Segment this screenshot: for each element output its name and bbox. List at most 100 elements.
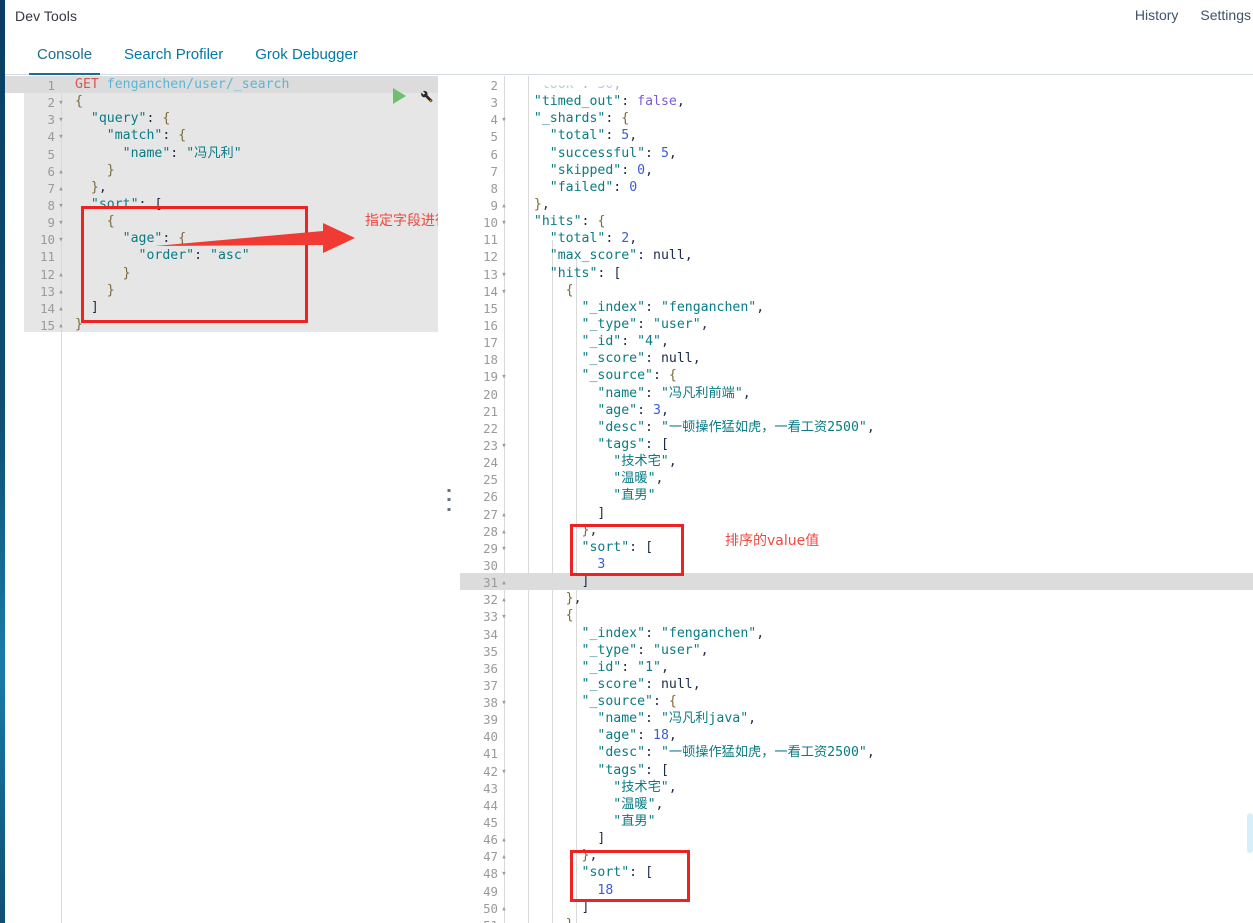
- code-line[interactable]: 24 "技术宅",: [460, 453, 1253, 470]
- fold-close-icon[interactable]: ▴: [55, 316, 67, 335]
- settings-link[interactable]: Settings: [1200, 7, 1251, 23]
- code-line[interactable]: 13 ▾ "hits": [: [460, 265, 1253, 282]
- tab-grok-debugger[interactable]: Grok Debugger: [239, 34, 374, 74]
- line-number: 39: [483, 712, 498, 728]
- request-pane[interactable]: 1 GET fenganchen/user/_search 2 ▾{3 ▾ "query…: [5, 76, 438, 923]
- code-line[interactable]: 8 "failed": 0: [460, 179, 1253, 196]
- response-scrollbar[interactable]: [1247, 813, 1253, 853]
- code-line[interactable]: 16 "_type": "user",: [460, 316, 1253, 333]
- line-text: {: [565, 282, 574, 298]
- code-line[interactable]: 49 18: [460, 882, 1253, 899]
- code-line[interactable]: 11 "total": 2,: [460, 230, 1253, 247]
- code-line[interactable]: 22 "desc": "一顿操作猛如虎，一看工资2500",: [460, 419, 1253, 436]
- line-number: 5: [490, 129, 498, 145]
- code-line[interactable]: 31 ▴ ]: [460, 573, 1253, 591]
- code-line[interactable]: 43 "技术宅",: [460, 779, 1253, 796]
- line-text: "tags": [: [597, 436, 669, 452]
- code-line[interactable]: 15 "_index": "fenganchen",: [460, 299, 1253, 316]
- code-line[interactable]: 2 "took": 30,: [460, 76, 1253, 93]
- code-line[interactable]: 3 ▾ "query": {: [5, 110, 438, 127]
- code-line[interactable]: 37 "_score": null,: [460, 676, 1253, 693]
- code-line[interactable]: 12 ▴ }: [5, 265, 438, 282]
- line-number: 4: [490, 112, 498, 128]
- code-line[interactable]: 44 "温暖",: [460, 796, 1253, 813]
- code-line[interactable]: 15 ▴}: [5, 316, 438, 333]
- code-line[interactable]: 48 ▾ "sort": [: [460, 864, 1253, 881]
- code-line[interactable]: 36 "_id": "1",: [460, 659, 1253, 676]
- code-line[interactable]: 11 "order": "asc": [5, 247, 438, 264]
- code-line[interactable]: 33 ▾ {: [460, 607, 1253, 624]
- line-number: 50: [483, 900, 498, 916]
- request-editor[interactable]: 1 GET fenganchen/user/_search 2 ▾{3 ▾ "query…: [5, 76, 438, 923]
- code-line[interactable]: 19 ▾ "_source": {: [460, 367, 1253, 384]
- code-line[interactable]: 7 ▴ },: [5, 179, 438, 196]
- line-number: 35: [483, 643, 498, 659]
- code-line[interactable]: 45 "直男": [460, 813, 1253, 830]
- response-pane[interactable]: 2 "took": 30, 3 "timed_out": false, 4 ▾ "_s…: [460, 76, 1253, 923]
- pane-splitter[interactable]: [438, 76, 460, 923]
- code-line[interactable]: 1 GET fenganchen/user/_search: [5, 76, 438, 94]
- response-editor[interactable]: 2 "took": 30, 3 "timed_out": false, 4 ▾ "_s…: [460, 76, 1253, 923]
- code-line[interactable]: 28 ▴ },: [460, 522, 1253, 539]
- code-line[interactable]: 12 "max_score": null,: [460, 247, 1253, 264]
- code-line[interactable]: 51▴ }: [460, 916, 1253, 923]
- code-line[interactable]: 34 "_index": "fenganchen",: [460, 625, 1253, 642]
- code-line[interactable]: 5 "total": 5,: [460, 127, 1253, 144]
- code-line[interactable]: 6 "successful": 5,: [460, 145, 1253, 162]
- line-text: "sort": [: [90, 196, 163, 212]
- line-text: "query": {: [90, 111, 171, 127]
- code-line[interactable]: 6 ▴ }: [5, 162, 438, 179]
- play-icon[interactable]: [393, 87, 406, 104]
- code-line[interactable]: 32 ▴ },: [460, 590, 1253, 607]
- code-line[interactable]: 35 "_type": "user",: [460, 642, 1253, 659]
- code-line[interactable]: 25 "温暖",: [460, 470, 1253, 487]
- code-line[interactable]: 40 "age": 18,: [460, 727, 1253, 744]
- code-line[interactable]: 47 ▴ },: [460, 847, 1253, 864]
- code-line[interactable]: 5 "name": "冯凡利": [5, 145, 438, 162]
- code-line[interactable]: 18 "_score": null,: [460, 350, 1253, 367]
- history-link[interactable]: History: [1135, 7, 1179, 23]
- line-text: 18: [597, 882, 614, 898]
- request-line-list[interactable]: 1 GET fenganchen/user/_search 2 ▾{3 ▾ "query…: [5, 76, 438, 333]
- code-line[interactable]: 27 ▴ ]: [460, 505, 1253, 522]
- line-number: 2: [47, 95, 55, 111]
- code-line[interactable]: 10 ▾ "age": {: [5, 230, 438, 247]
- tab-search-profiler[interactable]: Search Profiler: [108, 34, 239, 74]
- line-text: }: [106, 282, 115, 298]
- line-text: "order": "asc": [138, 248, 250, 264]
- code-line[interactable]: 41 "desc": "一顿操作猛如虎，一看工资2500",: [460, 744, 1253, 761]
- code-line[interactable]: 14 ▴ ]: [5, 299, 438, 316]
- line-text: ]: [597, 505, 606, 521]
- line-text: "直男": [613, 814, 656, 830]
- tab-console[interactable]: Console: [21, 34, 108, 75]
- line-number: 7: [47, 180, 55, 196]
- fold-close-icon[interactable]: ▴: [498, 916, 510, 923]
- code-line[interactable]: 46 ▴ ]: [460, 830, 1253, 847]
- code-line[interactable]: 38 ▾ "_source": {: [460, 693, 1253, 710]
- code-line[interactable]: 29 ▾ "sort": [: [460, 539, 1253, 556]
- code-line[interactable]: 17 "_id": "4",: [460, 333, 1253, 350]
- code-line[interactable]: 4 ▾ "_shards": {: [460, 110, 1253, 127]
- code-line[interactable]: 50 ▴ ]: [460, 899, 1253, 916]
- line-text: "timed_out": false,: [533, 94, 685, 110]
- code-line[interactable]: 3 "timed_out": false,: [460, 93, 1253, 110]
- code-line[interactable]: 14 ▾ {: [460, 282, 1253, 299]
- code-line[interactable]: 8 ▾ "sort": [: [5, 196, 438, 213]
- wrench-icon[interactable]: [417, 87, 434, 104]
- code-line[interactable]: 42 ▾ "tags": [: [460, 762, 1253, 779]
- code-line[interactable]: 26 "直男": [460, 487, 1253, 504]
- code-line[interactable]: 2 ▾{: [5, 93, 438, 110]
- code-line[interactable]: 4 ▾ "match": {: [5, 127, 438, 144]
- code-line[interactable]: 10 ▾ "hits": {: [460, 213, 1253, 230]
- code-line[interactable]: 7 "skipped": 0,: [460, 162, 1253, 179]
- code-line[interactable]: 13 ▴ }: [5, 282, 438, 299]
- code-line[interactable]: 30 3: [460, 556, 1253, 573]
- code-line[interactable]: 39 "name": "冯凡利java",: [460, 710, 1253, 727]
- code-line[interactable]: 23 ▾ "tags": [: [460, 436, 1253, 453]
- code-line[interactable]: 20 "name": "冯凡利前端",: [460, 385, 1253, 402]
- code-line[interactable]: 21 "age": 3,: [460, 402, 1253, 419]
- line-number: 19: [483, 369, 498, 385]
- code-line[interactable]: 9 ▴ },: [460, 196, 1253, 213]
- response-line-list[interactable]: 2 "took": 30, 3 "timed_out": false, 4 ▾ "_s…: [460, 76, 1253, 923]
